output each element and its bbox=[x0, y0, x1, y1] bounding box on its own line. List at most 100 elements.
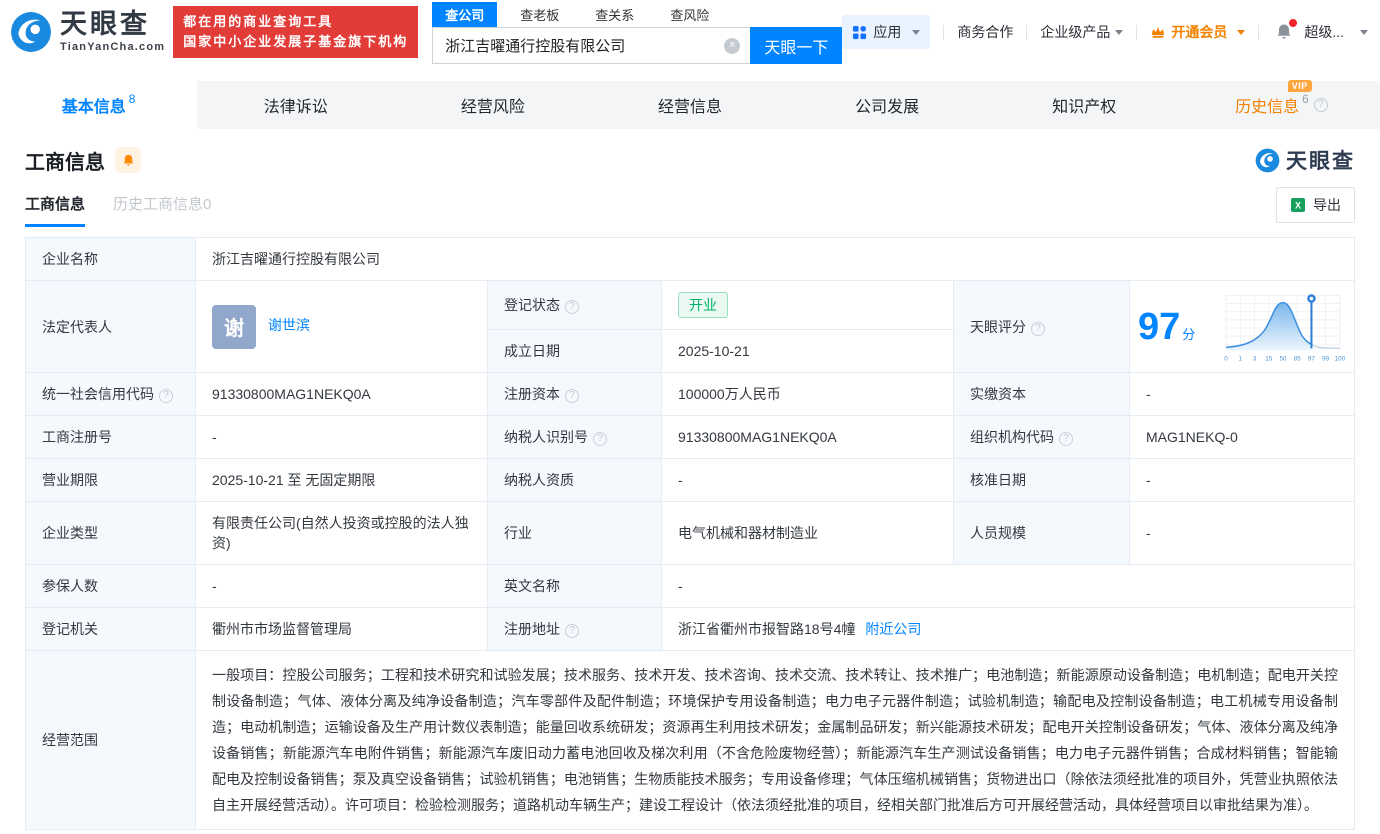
chevron-down-icon bbox=[1115, 30, 1123, 35]
export-button[interactable]: X 导出 bbox=[1276, 187, 1355, 223]
search-tab-boss[interactable]: 查老板 bbox=[507, 2, 572, 27]
apps-button[interactable]: 应用 bbox=[842, 15, 930, 49]
eye-logo-icon bbox=[10, 11, 52, 53]
company-name-value: 浙江吉曜通行控股有限公司 bbox=[196, 238, 1355, 281]
business-term-label: 营业期限 bbox=[26, 459, 196, 502]
business-coop-link[interactable]: 商务合作 bbox=[957, 22, 1013, 42]
reg-capital-value: 100000万人民币 bbox=[662, 373, 954, 416]
search-tab-relation[interactable]: 查关系 bbox=[582, 2, 647, 27]
reg-capital-label: 注册资本? bbox=[488, 373, 662, 416]
search-tab-risk[interactable]: 查风险 bbox=[657, 2, 722, 27]
paid-capital-label: 实缴资本 bbox=[954, 373, 1130, 416]
tab-company-development[interactable]: 公司发展 bbox=[789, 81, 986, 129]
svg-text:99: 99 bbox=[1322, 355, 1330, 362]
eye-logo-icon bbox=[1255, 148, 1280, 173]
search-button[interactable]: 天眼一下 bbox=[750, 27, 842, 64]
help-icon[interactable]: ? bbox=[593, 432, 607, 446]
tab-basic-info[interactable]: 基本信息8 bbox=[0, 81, 197, 129]
svg-text:85: 85 bbox=[1294, 355, 1302, 362]
company-type-value: 有限责任公司(自然人投资或控股的法人独资) bbox=[196, 502, 488, 565]
svg-text:15: 15 bbox=[1265, 355, 1273, 362]
table-row: 参保人数 - 英文名称 - bbox=[26, 565, 1355, 608]
tab-count: 8 bbox=[129, 92, 136, 106]
tab-legal-litigation[interactable]: 法律诉讼 bbox=[197, 81, 394, 129]
tab-intellectual-property[interactable]: 知识产权 bbox=[986, 81, 1183, 129]
tab-operation-risk[interactable]: 经营风险 bbox=[394, 81, 591, 129]
help-icon[interactable]: ? bbox=[1031, 322, 1045, 336]
svg-text:0: 0 bbox=[1224, 355, 1228, 362]
reg-status-value: 开业 bbox=[662, 281, 954, 330]
help-icon[interactable]: ? bbox=[565, 624, 579, 638]
top-header: 天眼查 TianYanCha.com 都在用的商业查询工具 国家中小企业发展子基… bbox=[0, 0, 1380, 64]
apps-grid-icon bbox=[852, 25, 867, 40]
reg-number-label: 工商注册号 bbox=[26, 416, 196, 459]
svg-text:3: 3 bbox=[1253, 355, 1257, 362]
crown-icon bbox=[1150, 25, 1166, 39]
business-info-table: 企业名称 浙江吉曜通行控股有限公司 法定代表人 谢谢世滨 登记状态? 开业 天眼… bbox=[25, 237, 1355, 830]
subscribe-bell-icon[interactable] bbox=[115, 147, 141, 173]
svg-text:1: 1 bbox=[1239, 355, 1243, 362]
table-row: 登记机关 衢州市市场监督管理局 注册地址? 浙江省衢州市报智路18号4幢附近公司 bbox=[26, 608, 1355, 651]
svg-text:X: X bbox=[1295, 201, 1301, 211]
paid-capital-value: - bbox=[1130, 373, 1355, 416]
help-icon[interactable]: ? bbox=[1059, 432, 1073, 446]
svg-text:50: 50 bbox=[1279, 355, 1287, 362]
username[interactable]: 超级... bbox=[1304, 22, 1344, 42]
legal-rep-cell: 谢谢世滨 bbox=[196, 281, 488, 373]
open-vip-button[interactable]: 开通会员 bbox=[1150, 22, 1245, 42]
table-row: 企业名称 浙江吉曜通行控股有限公司 bbox=[26, 238, 1355, 281]
establish-date-label: 成立日期 bbox=[488, 330, 662, 373]
watermark-logo: 天眼查 bbox=[1255, 145, 1355, 175]
score-cell: 97分 bbox=[1130, 281, 1355, 373]
chevron-down-icon bbox=[912, 30, 920, 35]
legal-rep-label: 法定代表人 bbox=[26, 281, 196, 373]
industry-label: 行业 bbox=[488, 502, 662, 565]
help-icon[interactable]: ? bbox=[565, 389, 579, 403]
score-distribution-chart: 0 1 3 15 50 85 97 99 100 bbox=[1222, 289, 1346, 365]
subtab-business-info[interactable]: 工商信息 bbox=[25, 193, 85, 227]
logo-title: 天眼查 bbox=[60, 11, 165, 38]
help-icon[interactable]: ? bbox=[1314, 98, 1328, 112]
tianyancha-logo[interactable]: 天眼查 TianYanCha.com bbox=[10, 11, 165, 53]
divider bbox=[943, 25, 944, 40]
tab-operation-info[interactable]: 经营信息 bbox=[591, 81, 788, 129]
search-tab-company[interactable]: 查公司 bbox=[432, 2, 497, 27]
section-title: 工商信息 bbox=[25, 146, 105, 175]
svg-text:100: 100 bbox=[1335, 355, 1346, 362]
divider bbox=[1026, 25, 1027, 40]
enterprise-products-link[interactable]: 企业级产品 bbox=[1040, 22, 1123, 42]
insured-count-value: - bbox=[196, 565, 488, 608]
reg-address-cell: 浙江省衢州市报智路18号4幢附近公司 bbox=[662, 608, 1355, 651]
apps-label: 应用 bbox=[873, 22, 901, 42]
company-name-label: 企业名称 bbox=[26, 238, 196, 281]
org-code-value: MAG1NEKQ-0 bbox=[1130, 416, 1355, 459]
reg-address-label: 注册地址? bbox=[488, 608, 662, 651]
business-term-value: 2025-10-21 至 无固定期限 bbox=[196, 459, 488, 502]
tab-history-info[interactable]: 历史信息6 ? VIP bbox=[1183, 81, 1380, 129]
subtab-history-business-info[interactable]: 历史工商信息0 bbox=[113, 193, 211, 227]
slogan-banner: 都在用的商业查询工具 国家中小企业发展子基金旗下机构 bbox=[173, 6, 418, 58]
help-icon[interactable]: ? bbox=[159, 389, 173, 403]
slogan-line2: 国家中小企业发展子基金旗下机构 bbox=[183, 32, 408, 52]
insured-count-label: 参保人数 bbox=[26, 565, 196, 608]
establish-date-value: 2025-10-21 bbox=[662, 330, 954, 373]
table-row: 营业期限 2025-10-21 至 无固定期限 纳税人资质 - 核准日期 - bbox=[26, 459, 1355, 502]
legal-rep-link[interactable]: 谢世滨 bbox=[268, 317, 310, 333]
credit-code-label: 统一社会信用代码? bbox=[26, 373, 196, 416]
business-scope-label: 经营范围 bbox=[26, 651, 196, 830]
nearby-companies-link[interactable]: 附近公司 bbox=[865, 621, 921, 637]
status-badge: 开业 bbox=[678, 292, 728, 318]
taxpayer-id-value: 91330800MAG1NEKQ0A bbox=[662, 416, 954, 459]
company-type-label: 企业类型 bbox=[26, 502, 196, 565]
search-input[interactable] bbox=[432, 27, 750, 64]
header-right-nav: 应用 商务合作 企业级产品 开通会员 超级... bbox=[842, 15, 1368, 49]
divider bbox=[1136, 25, 1137, 40]
notification-bell-icon[interactable] bbox=[1274, 22, 1294, 42]
staff-size-value: - bbox=[1130, 502, 1355, 565]
chevron-down-icon[interactable] bbox=[1360, 30, 1368, 35]
table-row: 企业类型 有限责任公司(自然人投资或控股的法人独资) 行业 电气机械和器材制造业… bbox=[26, 502, 1355, 565]
divider bbox=[1258, 25, 1259, 40]
business-scope-value: 一般项目：控股公司服务；工程和技术研究和试验发展；技术服务、技术开发、技术咨询、… bbox=[196, 651, 1355, 830]
avatar[interactable]: 谢 bbox=[212, 305, 256, 349]
help-icon[interactable]: ? bbox=[565, 300, 579, 314]
